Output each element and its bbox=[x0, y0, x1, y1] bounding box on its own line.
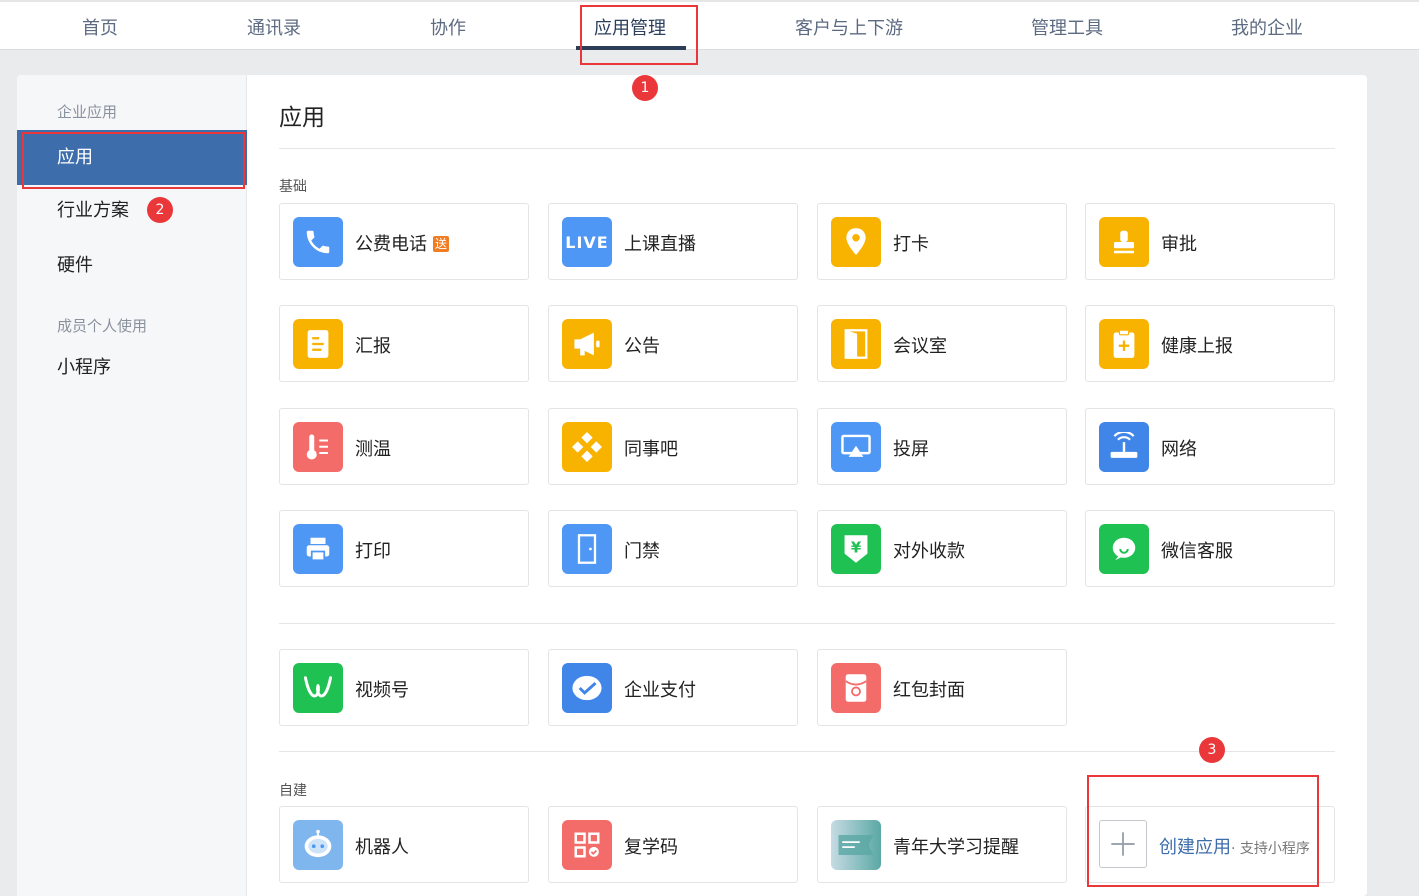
svg-text:¥: ¥ bbox=[851, 538, 862, 556]
yuan-shield-icon: ¥ bbox=[831, 524, 881, 574]
app-card-print[interactable]: 打印 bbox=[279, 510, 529, 587]
red-packet-icon bbox=[831, 663, 881, 713]
door-access-icon bbox=[562, 524, 612, 574]
flower-icon bbox=[562, 422, 612, 472]
nav-management-tools[interactable]: 管理工具 bbox=[1031, 14, 1103, 40]
nav-collaboration[interactable]: 协作 bbox=[430, 14, 466, 40]
channels-icon bbox=[293, 663, 343, 713]
app-card-checkin[interactable]: 打卡 bbox=[817, 203, 1067, 280]
app-label: 机器人 bbox=[355, 837, 409, 858]
app-label: 健康上报 bbox=[1161, 336, 1233, 357]
annotation-badge-1: 1 bbox=[632, 75, 658, 101]
annotation-badge-2: 2 bbox=[147, 197, 173, 223]
divider bbox=[279, 751, 1335, 752]
annotation-box-2 bbox=[22, 132, 245, 189]
banner-icon bbox=[831, 820, 881, 870]
megaphone-icon bbox=[562, 319, 612, 369]
app-label: 投屏 bbox=[893, 439, 929, 460]
sidebar-item-mini-program[interactable]: 小程序 bbox=[17, 340, 247, 395]
thermometer-icon bbox=[293, 422, 343, 472]
gift-badge: 送 bbox=[433, 236, 450, 252]
app-label: 汇报 bbox=[355, 336, 391, 357]
sidebar-group-personal: 成员个人使用 bbox=[57, 317, 148, 335]
app-card-report[interactable]: 汇报 bbox=[279, 305, 529, 382]
annotation-box-1 bbox=[580, 5, 698, 65]
app-label: 复学码 bbox=[624, 837, 678, 858]
phone-icon bbox=[293, 217, 343, 267]
app-card-health-report[interactable]: 健康上报 bbox=[1085, 305, 1335, 382]
app-label: 微信客服 bbox=[1161, 541, 1233, 562]
app-label: 企业支付 bbox=[624, 680, 696, 701]
app-label: 公费电话送 bbox=[355, 234, 450, 255]
app-card-school-code[interactable]: 复学码 bbox=[548, 806, 798, 883]
app-card-colleague-bar[interactable]: 同事吧 bbox=[548, 408, 798, 485]
app-label: 上课直播 bbox=[624, 234, 696, 255]
app-label: 对外收款 bbox=[893, 541, 965, 562]
app-label: 同事吧 bbox=[624, 439, 678, 460]
app-label: 打印 bbox=[355, 541, 391, 562]
app-card-collection[interactable]: ¥ 对外收款 bbox=[817, 510, 1067, 587]
app-card-access-control[interactable]: 门禁 bbox=[548, 510, 798, 587]
app-card-approval[interactable]: 审批 bbox=[1085, 203, 1335, 280]
chat-bubble-icon bbox=[1099, 524, 1149, 574]
router-icon bbox=[1099, 422, 1149, 472]
app-label: 测温 bbox=[355, 439, 391, 460]
divider bbox=[279, 148, 1335, 149]
location-pin-icon bbox=[831, 217, 881, 267]
app-card-channels[interactable]: 视频号 bbox=[279, 649, 529, 726]
app-label: 审批 bbox=[1161, 234, 1197, 255]
app-card-wechat-service[interactable]: 微信客服 bbox=[1085, 510, 1335, 587]
door-icon bbox=[831, 319, 881, 369]
app-card-robot[interactable]: 机器人 bbox=[279, 806, 529, 883]
app-card-temperature[interactable]: 测温 bbox=[279, 408, 529, 485]
nav-contacts[interactable]: 通讯录 bbox=[247, 14, 301, 40]
app-label: 网络 bbox=[1161, 439, 1197, 460]
app-label: 会议室 bbox=[893, 336, 947, 357]
sidebar-item-hardware[interactable]: 硬件 bbox=[17, 238, 247, 293]
nav-my-enterprise[interactable]: 我的企业 bbox=[1231, 14, 1303, 40]
sidebar: 企业应用 应用 行业方案 硬件 成员个人使用 小程序 bbox=[17, 75, 247, 896]
sidebar-group-enterprise: 企业应用 bbox=[57, 103, 118, 121]
screen-cast-icon bbox=[831, 422, 881, 472]
divider bbox=[279, 623, 1335, 624]
nav-home[interactable]: 首页 bbox=[82, 14, 118, 40]
app-label: 公告 bbox=[624, 336, 660, 357]
app-card-red-packet[interactable]: 红包封面 bbox=[817, 649, 1067, 726]
page-title: 应用 bbox=[279, 105, 325, 131]
pay-check-icon bbox=[562, 663, 612, 713]
printer-icon bbox=[293, 524, 343, 574]
app-card-phone[interactable]: 公费电话送 bbox=[279, 203, 529, 280]
app-card-enterprise-pay[interactable]: 企业支付 bbox=[548, 649, 798, 726]
app-card-youth-study[interactable]: 青年大学习提醒 bbox=[817, 806, 1067, 883]
stamp-icon bbox=[1099, 217, 1149, 267]
app-label: 门禁 bbox=[624, 541, 660, 562]
app-label: 青年大学习提醒 bbox=[893, 837, 1019, 858]
app-label: 打卡 bbox=[893, 234, 929, 255]
nav-customers[interactable]: 客户与上下游 bbox=[795, 14, 903, 40]
robot-icon bbox=[293, 820, 343, 870]
app-label: 红包封面 bbox=[893, 680, 965, 701]
main-panel: 企业应用 应用 行业方案 硬件 成员个人使用 小程序 应用 基础 公费电话送 L… bbox=[17, 75, 1367, 896]
clipboard-plus-icon bbox=[1099, 319, 1149, 369]
app-card-announcement[interactable]: 公告 bbox=[548, 305, 798, 382]
annotation-badge-3: 3 bbox=[1199, 737, 1225, 763]
section-label-custom: 自建 bbox=[279, 783, 307, 799]
annotation-box-3 bbox=[1087, 775, 1319, 887]
live-icon: LIVE bbox=[562, 217, 612, 267]
qr-code-icon bbox=[562, 820, 612, 870]
top-nav: 首页 通讯录 协作 应用管理 客户与上下游 管理工具 我的企业 bbox=[0, 0, 1419, 50]
section-label-basic: 基础 bbox=[279, 179, 307, 195]
app-card-network[interactable]: 网络 bbox=[1085, 408, 1335, 485]
app-card-screen-cast[interactable]: 投屏 bbox=[817, 408, 1067, 485]
sidebar-item-industry[interactable]: 行业方案 bbox=[17, 183, 247, 238]
report-icon bbox=[293, 319, 343, 369]
app-label: 视频号 bbox=[355, 680, 409, 701]
app-card-meeting-room[interactable]: 会议室 bbox=[817, 305, 1067, 382]
app-card-live[interactable]: LIVE 上课直播 bbox=[548, 203, 798, 280]
